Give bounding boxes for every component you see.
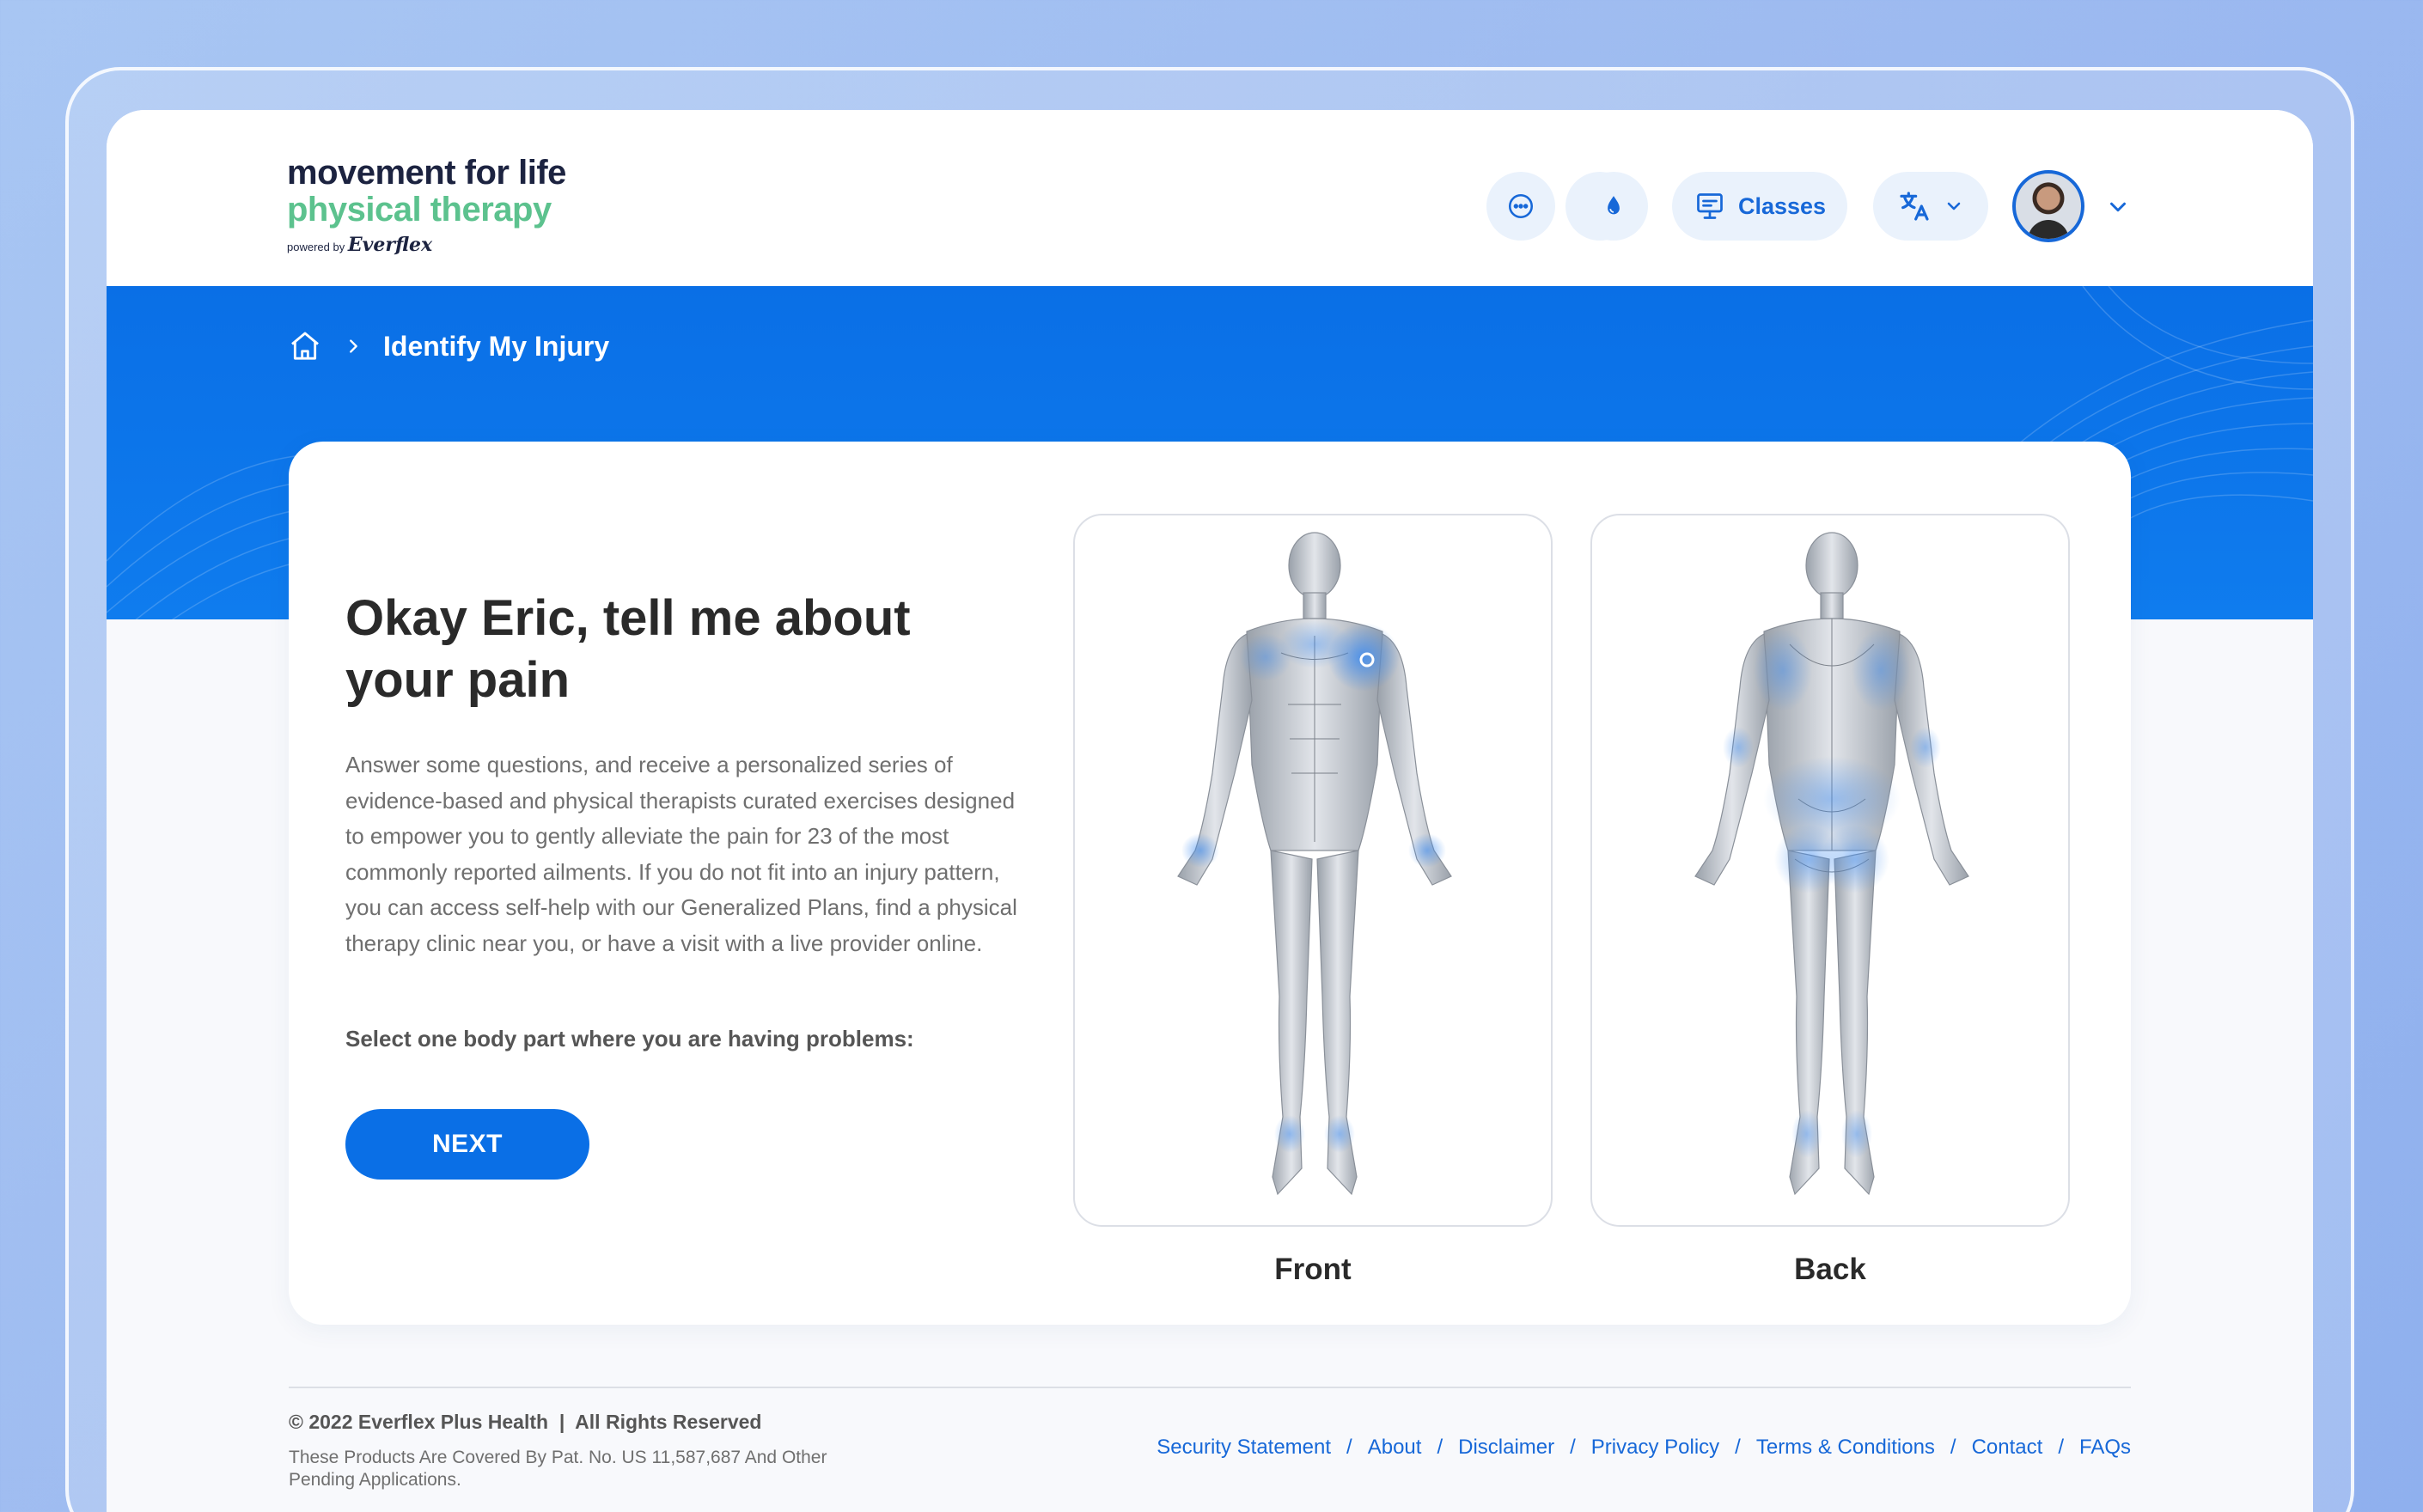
footer-link-about[interactable]: About (1368, 1436, 1422, 1460)
page-description: Answer some questions, and receive a per… (345, 752, 1017, 956)
app-window: movement for life physical therapy power… (107, 110, 2313, 1512)
breadcrumb: Identify My Injury (287, 329, 609, 363)
home-icon[interactable] (287, 329, 323, 363)
chevron-down-icon (1947, 202, 1961, 210)
translate-icon (1900, 192, 1929, 221)
avatar[interactable] (2012, 170, 2084, 242)
footer-separator: / (1570, 1436, 1576, 1459)
body-front-figure[interactable] (1075, 515, 1553, 1227)
select-prompt: Select one body part where you are havin… (345, 1026, 914, 1052)
powered-by-text: powered by (287, 241, 345, 253)
footer-link-disclaimer[interactable]: Disclaimer (1458, 1436, 1554, 1460)
logo-line2: physical therapy (287, 191, 552, 229)
footer-links: Security Statement / About / Disclaimer … (1157, 1436, 2131, 1460)
footer-link-privacy[interactable]: Privacy Policy (1591, 1436, 1719, 1460)
body-front-panel[interactable] (1073, 514, 1553, 1227)
footer-separator: / (1437, 1436, 1443, 1459)
page-title: Okay Eric, tell me about your pain (345, 590, 911, 708)
classes-icon (1697, 193, 1723, 219)
body-back-figure[interactable] (1592, 515, 2070, 1227)
language-selector[interactable] (1873, 172, 1988, 241)
next-button[interactable]: NEXT (345, 1109, 589, 1180)
classes-label: Classes (1737, 192, 1827, 219)
back-label: Back (1794, 1253, 1866, 1286)
logo-powered-by: powered by Everflex (287, 234, 566, 256)
powered-brand: Everflex (347, 234, 433, 256)
footer-divider (289, 1387, 2131, 1388)
avatar-shirt (2028, 220, 2069, 239)
messages-button[interactable] (1486, 172, 1555, 241)
front-label: Front (1274, 1253, 1352, 1286)
footer-link-security[interactable]: Security Statement (1157, 1436, 1331, 1460)
footer-separator: / (1346, 1436, 1352, 1459)
footer-separator: / (2058, 1436, 2064, 1459)
footer-separator: / (1950, 1436, 1956, 1459)
profile-chevron-down-icon[interactable] (2105, 194, 2131, 220)
footer-link-faqs[interactable]: FAQs (2079, 1436, 2131, 1460)
top-header: movement for life physical therapy power… (107, 110, 2313, 286)
footer-link-terms[interactable]: Terms & Conditions (1756, 1436, 1935, 1460)
hydration-button[interactable] (1579, 172, 1648, 241)
chat-icon (1508, 193, 1534, 219)
footer-separator: / (1735, 1436, 1741, 1459)
breadcrumb-current: Identify My Injury (383, 330, 610, 362)
logo-line1: movement for life (287, 154, 566, 192)
drop-icon (1608, 196, 1620, 215)
footer-copyright: © 2022 Everflex Plus Health | All Rights… (289, 1411, 762, 1433)
chevron-right-icon (350, 339, 357, 353)
body-back-panel[interactable] (1590, 514, 2070, 1227)
footer-link-contact[interactable]: Contact (1972, 1436, 2043, 1460)
footer-patent: These Products Are Covered By Pat. No. U… (289, 1448, 827, 1490)
classes-button[interactable]: Classes (1672, 172, 1847, 241)
main-card: Okay Eric, tell me about your pain Answe… (289, 442, 2131, 1325)
brand-logo[interactable]: movement for life physical therapy power… (287, 155, 566, 256)
